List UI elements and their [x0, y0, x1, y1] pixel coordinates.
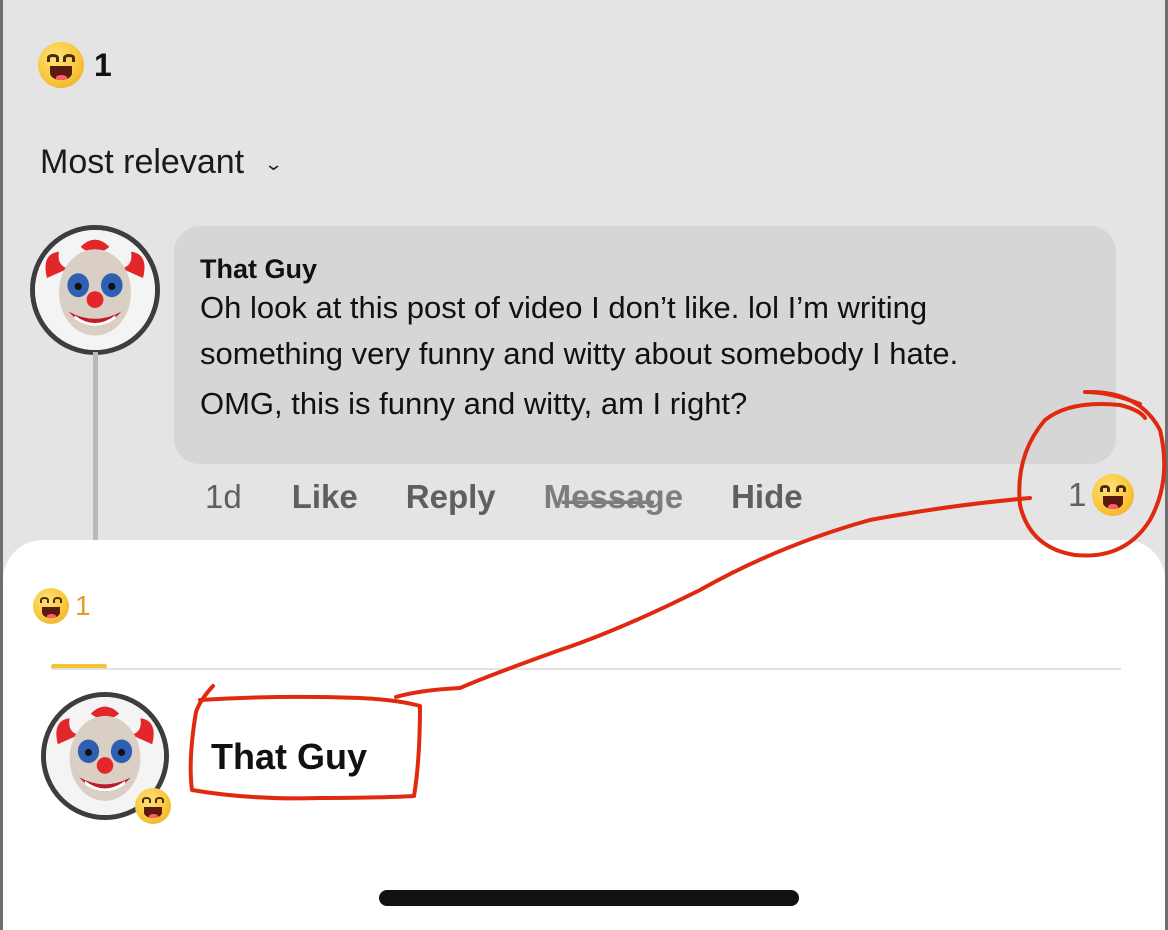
laughing-emoji-icon [1092, 474, 1135, 516]
comment-author-name[interactable]: That Guy [200, 254, 317, 285]
reply-button[interactable]: Reply [406, 478, 496, 516]
comment-text-line: Oh look at this post of video I don’t li… [200, 290, 928, 325]
tab-reaction-count: 1 [75, 590, 91, 621]
thread-connector-line [93, 352, 98, 542]
comment-text-line: something very funny and witty about som… [200, 336, 959, 371]
laughing-emoji-icon [38, 42, 84, 88]
chevron-down-icon: ⌄ [263, 154, 284, 174]
sort-dropdown[interactable]: Most relevant ⌄ [40, 143, 284, 182]
laughing-emoji-badge-icon [135, 788, 171, 824]
reactions-sheet: 1 That Guy [3, 540, 1165, 930]
comment-author-avatar[interactable] [30, 225, 160, 355]
comment-text-line: OMG, this is funny and witty, am I right… [200, 386, 748, 421]
comment-timestamp: 1d [205, 478, 242, 515]
reaction-summary[interactable]: 1 [38, 42, 112, 88]
home-indicator[interactable] [379, 890, 799, 906]
tab-laugh-reactions[interactable]: 1 [33, 588, 91, 624]
clown-avatar-image [35, 230, 155, 350]
reactor-name[interactable]: That Guy [211, 736, 367, 778]
hide-button[interactable]: Hide [731, 478, 803, 516]
comment-reaction-count[interactable]: 1 [1068, 474, 1135, 516]
sort-label: Most relevant [40, 143, 245, 181]
reaction-summary-count: 1 [94, 46, 112, 83]
comment-reaction-number: 1 [1068, 476, 1087, 513]
tab-divider [51, 668, 1121, 670]
comment-bubble[interactable]: That Guy Oh look at this post of video I… [174, 226, 1116, 464]
laughing-emoji-icon [33, 588, 69, 624]
like-button[interactable]: Like [292, 478, 358, 516]
comment-actions: 1d Like Reply M̶e̶s̶s̶a̶ge Hide [205, 478, 851, 516]
message-button[interactable]: M̶e̶s̶s̶a̶ge [544, 478, 683, 516]
